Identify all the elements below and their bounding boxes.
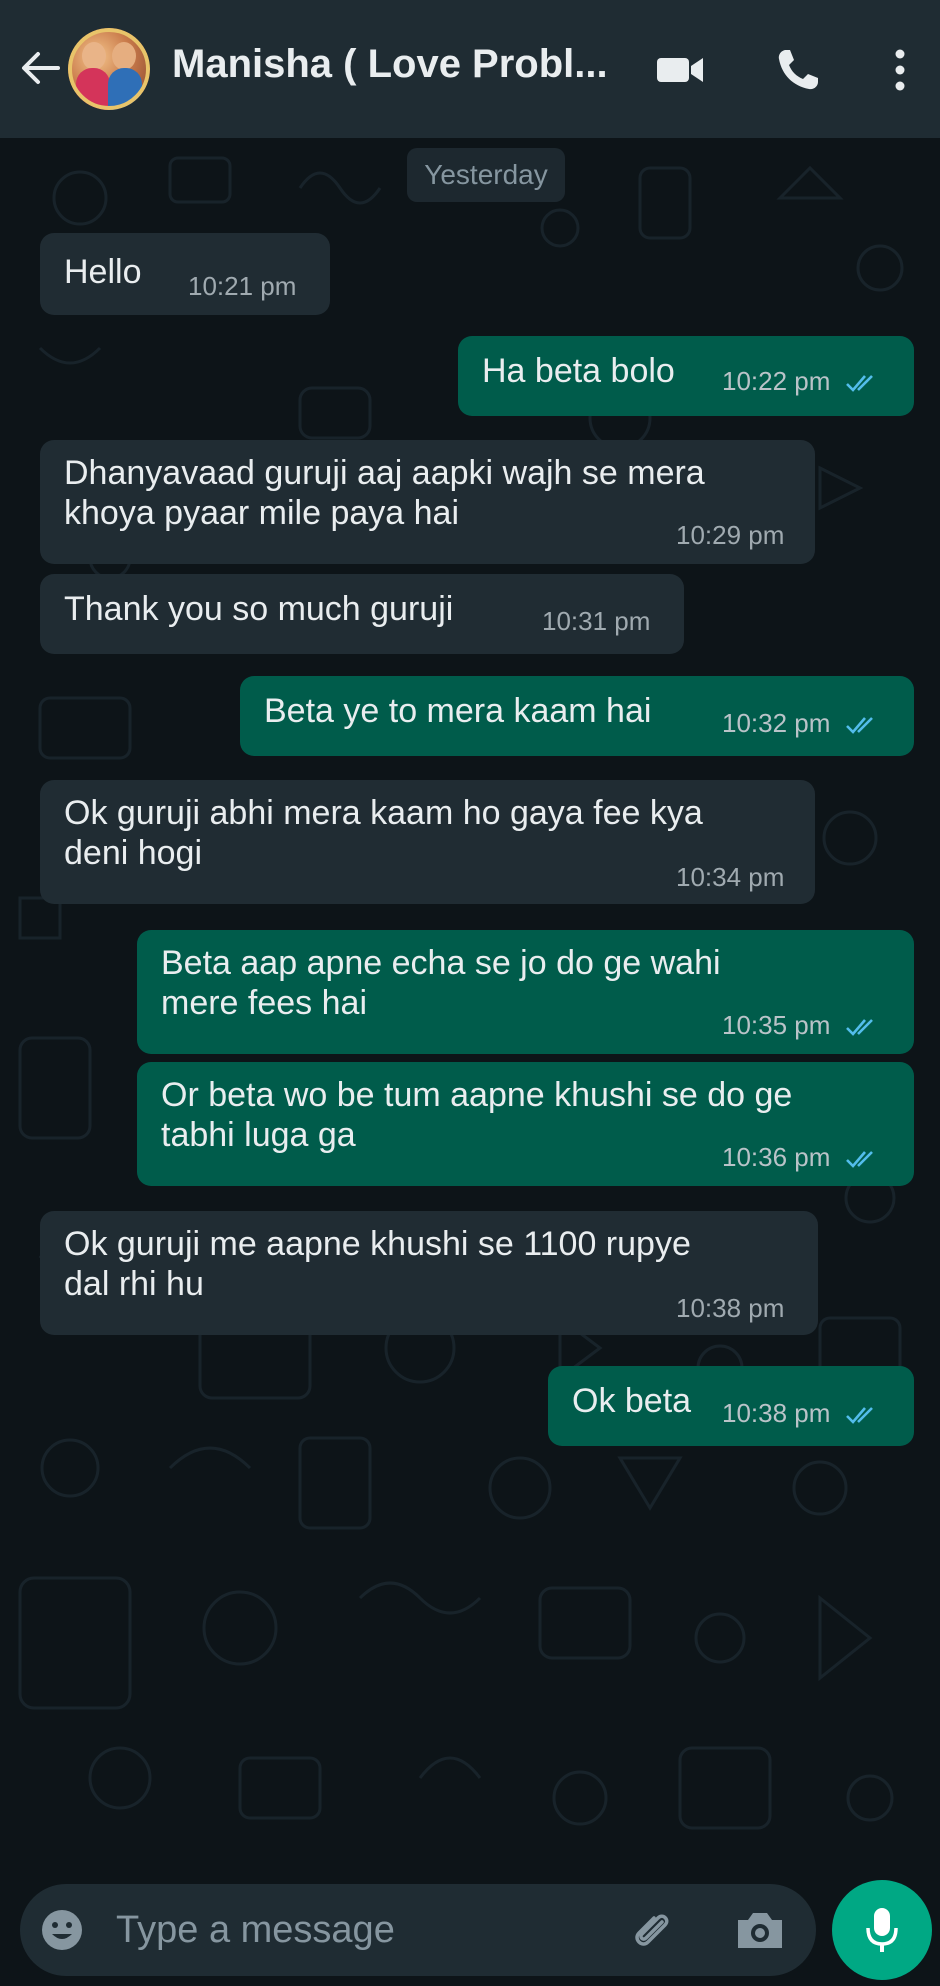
double-check-read-icon [845, 1407, 873, 1425]
date-divider: Yesterday [407, 148, 565, 202]
message-time-text: 10:35 pm [722, 1010, 831, 1040]
message-time: 10:36 pm [722, 1142, 882, 1172]
message-time: 10:38 pm [676, 1293, 785, 1323]
message-text: dal rhi hu [64, 1265, 204, 1303]
message-time: 10:22 pm [722, 366, 882, 396]
double-check-read-icon [845, 1019, 873, 1037]
message-composer [20, 1884, 816, 1976]
double-check-read-icon [845, 1151, 873, 1169]
message-text: Or beta wo be tum aapne khushi se do ge [161, 1076, 793, 1114]
message-text: Ok beta [572, 1382, 692, 1420]
message-text: Thank you so much guruji [64, 590, 454, 628]
message-outgoing[interactable]: Ok beta 10:38 pm [548, 1366, 914, 1446]
avatar[interactable] [68, 28, 150, 110]
message-time: 10:31 pm [542, 606, 651, 636]
message-text: Hello [64, 253, 142, 291]
message-text: Beta aap apne echa se jo do ge wahi [161, 944, 721, 982]
message-text: Ha beta bolo [482, 352, 675, 390]
message-text: Ok guruji abhi mera kaam ho gaya fee kya [64, 794, 703, 832]
message-outgoing[interactable]: Beta aap apne echa se jo do ge wahi mere… [137, 930, 914, 1054]
message-incoming[interactable]: Ok guruji abhi mera kaam ho gaya fee kya… [40, 780, 815, 904]
arrow-left-icon[interactable] [18, 46, 62, 90]
message-list: Yesterday Hello 10:21 pm Ha beta bolo 10… [0, 138, 940, 1843]
emoji-icon[interactable] [36, 1904, 88, 1956]
message-time: 10:32 pm [722, 708, 882, 738]
camera-icon[interactable] [732, 1904, 788, 1956]
message-input[interactable] [116, 1898, 536, 1962]
message-time-text: 10:38 pm [722, 1398, 831, 1428]
paperclip-icon[interactable] [626, 1904, 678, 1956]
message-incoming[interactable]: Hello 10:21 pm [40, 233, 330, 315]
message-text: Beta ye to mera kaam hai [264, 692, 652, 730]
chat-screen: Manisha ( Love Probl... Yesterday Hello … [0, 0, 940, 1986]
more-vertical-icon[interactable] [874, 44, 926, 96]
message-text: deni hogi [64, 834, 203, 872]
message-time-text: 10:36 pm [722, 1142, 831, 1172]
message-time: 10:35 pm [722, 1010, 882, 1040]
double-check-read-icon [845, 375, 873, 393]
message-incoming[interactable]: Thank you so much guruji 10:31 pm [40, 574, 684, 654]
message-time: 10:29 pm [676, 520, 785, 550]
contact-name[interactable]: Manisha ( Love Probl... [172, 42, 632, 87]
message-text: khoya pyaar mile paya hai [64, 494, 460, 532]
message-incoming[interactable]: Ok guruji me aapne khushi se 1100 rupye … [40, 1211, 818, 1335]
message-text: tabhi luga ga [161, 1116, 356, 1154]
message-incoming[interactable]: Dhanyavaad guruji aaj aapki wajh se mera… [40, 440, 815, 564]
chat-header: Manisha ( Love Probl... [0, 0, 940, 138]
message-time-text: 10:32 pm [722, 708, 831, 738]
mic-button[interactable] [832, 1880, 932, 1980]
message-text: Ok guruji me aapne khushi se 1100 rupye [64, 1225, 691, 1263]
video-camera-icon[interactable] [655, 44, 707, 96]
message-text: Dhanyavaad guruji aaj aapki wajh se mera [64, 454, 705, 492]
message-time-text: 10:22 pm [722, 366, 831, 396]
message-text: mere fees hai [161, 984, 367, 1022]
message-outgoing[interactable]: Beta ye to mera kaam hai 10:32 pm [240, 676, 914, 756]
microphone-icon [866, 1908, 898, 1952]
message-time: 10:38 pm [722, 1398, 882, 1428]
message-outgoing[interactable]: Ha beta bolo 10:22 pm [458, 336, 914, 416]
message-outgoing[interactable]: Or beta wo be tum aapne khushi se do ge … [137, 1062, 914, 1186]
message-time: 10:21 pm [188, 271, 297, 301]
phone-icon[interactable] [772, 44, 824, 96]
message-time: 10:34 pm [676, 862, 785, 892]
double-check-read-icon [845, 717, 873, 735]
